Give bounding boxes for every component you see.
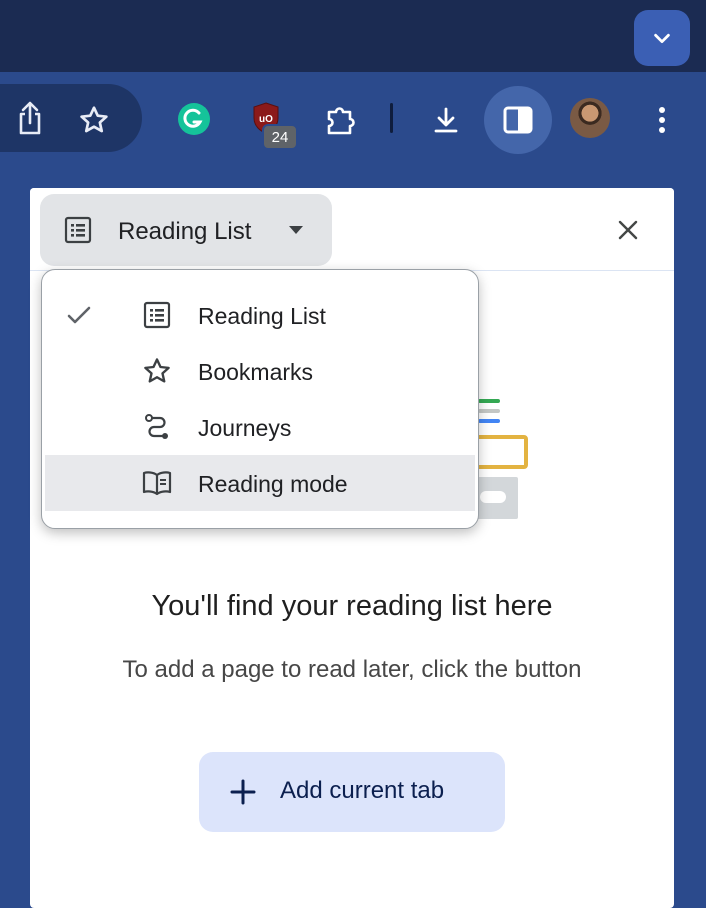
reading-list-illustration <box>472 399 528 519</box>
grammarly-icon <box>178 103 210 135</box>
menu-item-journeys[interactable]: Journeys <box>45 399 475 455</box>
profile-avatar[interactable] <box>570 98 610 138</box>
book-icon <box>141 467 173 499</box>
menu-item-label: Reading mode <box>198 471 348 497</box>
list-icon <box>64 216 92 244</box>
empty-state-subtitle: To add a page to read later, click the b… <box>122 656 582 683</box>
toolbar-separator <box>390 103 393 133</box>
empty-state-title: You'll find your reading list here <box>151 590 553 622</box>
close-icon <box>618 220 638 240</box>
panel-selector-menu: Reading List Bookmarks Journeys Reading … <box>41 269 479 529</box>
ublock-count-badge: 24 <box>262 124 298 150</box>
checkmark-icon <box>67 306 91 324</box>
side-panel-icon <box>503 106 533 134</box>
extensions-button[interactable] <box>320 100 360 140</box>
puzzle-icon <box>327 107 355 135</box>
menu-item-label: Reading List <box>198 303 326 329</box>
chevron-down-icon <box>654 33 670 44</box>
menu-item-reading-list[interactable]: Reading List <box>45 287 475 343</box>
panel-selector-label: Reading List <box>118 218 252 245</box>
tab-search-button[interactable] <box>634 10 690 66</box>
add-current-tab-label: Add current tab <box>280 777 445 804</box>
panel-selector-dropdown[interactable]: Reading List <box>40 194 332 266</box>
caret-down-icon <box>289 226 303 234</box>
menu-item-label: Bookmarks <box>198 359 314 385</box>
more-menu-button[interactable] <box>646 100 678 140</box>
plus-icon <box>230 779 256 805</box>
close-panel-button[interactable] <box>610 212 646 248</box>
share-button[interactable] <box>10 96 50 140</box>
add-current-tab-button[interactable]: Add current tab <box>199 752 505 832</box>
journeys-icon <box>141 411 173 443</box>
grammarly-extension-button[interactable] <box>176 101 212 137</box>
bookmark-star-button[interactable] <box>74 100 114 140</box>
menu-item-reading-mode[interactable]: Reading mode <box>45 455 475 511</box>
more-vert-icon <box>659 107 665 133</box>
menu-item-bookmarks[interactable]: Bookmarks <box>45 343 475 399</box>
list-icon <box>141 299 173 331</box>
menu-item-label: Journeys <box>198 415 292 441</box>
side-panel-button[interactable] <box>484 86 552 154</box>
download-icon <box>434 107 458 133</box>
window-top-bar <box>0 0 706 72</box>
star-icon <box>80 106 108 133</box>
downloads-button[interactable] <box>426 100 466 140</box>
side-panel-header: Reading List <box>30 188 674 271</box>
star-icon <box>141 355 173 387</box>
share-icon <box>19 101 41 135</box>
